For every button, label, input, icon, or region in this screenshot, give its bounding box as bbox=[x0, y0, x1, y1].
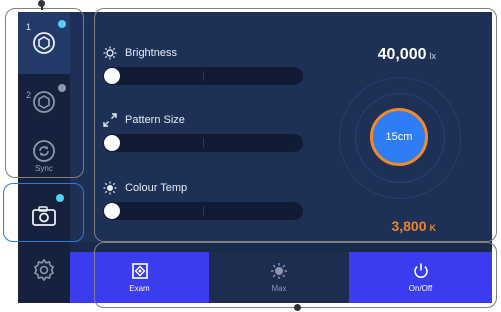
settings-button[interactable] bbox=[18, 248, 70, 292]
callout-pin-bottom bbox=[294, 304, 301, 311]
sidebar-presets-callout bbox=[5, 8, 84, 178]
gear-icon bbox=[33, 258, 55, 282]
callout-pin-line-top bbox=[41, 6, 43, 10]
camera-callout bbox=[3, 183, 84, 242]
controls-callout bbox=[94, 8, 497, 242]
bottom-bar-callout bbox=[94, 242, 497, 308]
